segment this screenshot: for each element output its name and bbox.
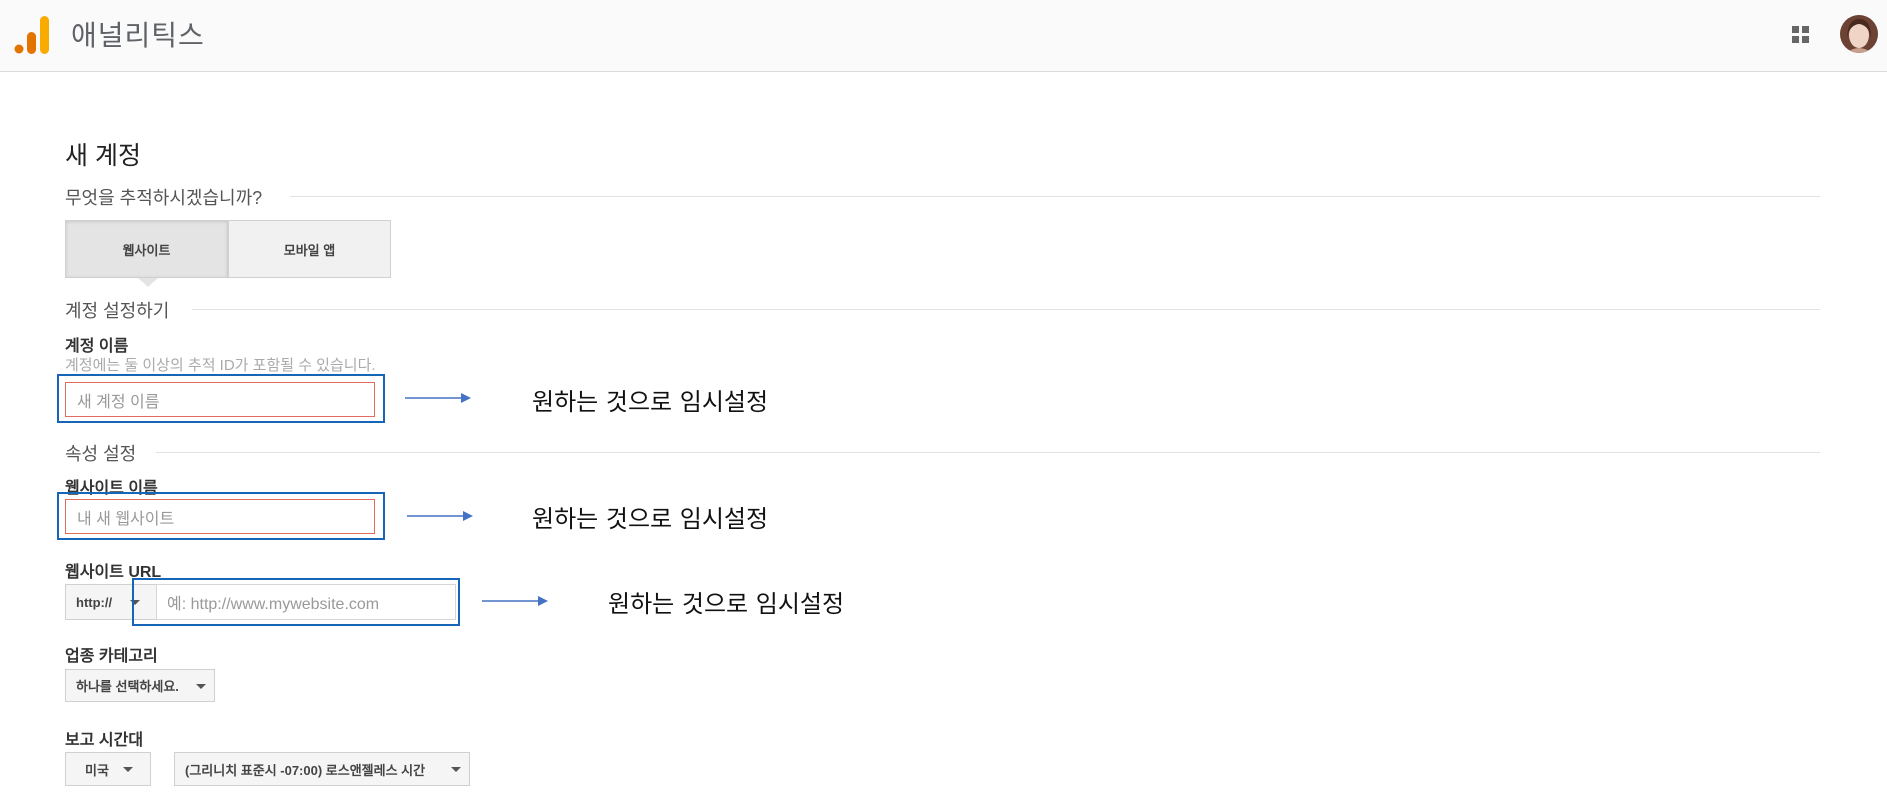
- annotation-note: 원하는 것으로 임시설정: [532, 505, 769, 533]
- avatar[interactable]: [1840, 15, 1878, 53]
- app-title[interactable]: 애널리틱스: [71, 14, 205, 54]
- account-help-text: 계정에는 둘 이상의 추적 ID가 포함될 수 있습니다.: [65, 357, 376, 374]
- chevron-down-icon: [196, 683, 206, 689]
- country-value: 미국: [85, 762, 109, 778]
- highlight-box: [132, 578, 460, 626]
- selected-pointer: [138, 278, 158, 287]
- annotation-note: 원하는 것으로 임시설정: [608, 590, 845, 618]
- property-section-title: 속성 설정: [65, 444, 137, 464]
- timezone-select[interactable]: (그리니치 표준시 -07:00) 로스앤젤레스 시간: [174, 752, 470, 786]
- account-section-title: 계정 설정하기: [65, 301, 170, 321]
- profile-avatar-icon: [1840, 15, 1878, 53]
- tab-mobile-app[interactable]: 모바일 앱: [228, 220, 391, 278]
- annotation-note: 원하는 것으로 임시설정: [532, 388, 769, 416]
- account-name-label: 계정 이름: [65, 338, 129, 355]
- grid-icon[interactable]: [1791, 25, 1811, 45]
- timezone-value: (그리니치 표준시 -07:00) 로스앤젤레스 시간: [185, 762, 426, 778]
- arrow-right-icon: [405, 393, 471, 403]
- highlight-box: [57, 374, 385, 423]
- page-title: 새 계정: [65, 142, 141, 170]
- chevron-down-icon: [123, 767, 133, 772]
- category-label: 업종 카테고리: [65, 648, 158, 665]
- category-select[interactable]: 하나를 선택하세요.: [65, 669, 215, 702]
- tab-website[interactable]: 웹사이트: [65, 220, 228, 278]
- tracking-question: 무엇을 추적하시겠습니까?: [65, 188, 263, 208]
- divider: [192, 309, 1820, 310]
- category-value: 하나를 선택하세요.: [76, 679, 179, 694]
- top-bar: 애널리틱스: [0, 0, 1887, 72]
- divider: [156, 452, 1820, 453]
- protocol-value: http://: [76, 594, 113, 610]
- highlight-box: [57, 492, 385, 540]
- tab-website-label: 웹사이트: [122, 242, 171, 258]
- divider: [290, 196, 1820, 197]
- chevron-down-icon: [451, 767, 461, 772]
- arrow-right-icon: [482, 596, 548, 606]
- analytics-logo-icon[interactable]: [14, 16, 50, 54]
- timezone-label: 보고 시간대: [65, 732, 144, 749]
- country-select[interactable]: 미국: [65, 752, 151, 786]
- tab-mobile-app-label: 모바일 앱: [283, 242, 336, 258]
- arrow-right-icon: [407, 511, 473, 521]
